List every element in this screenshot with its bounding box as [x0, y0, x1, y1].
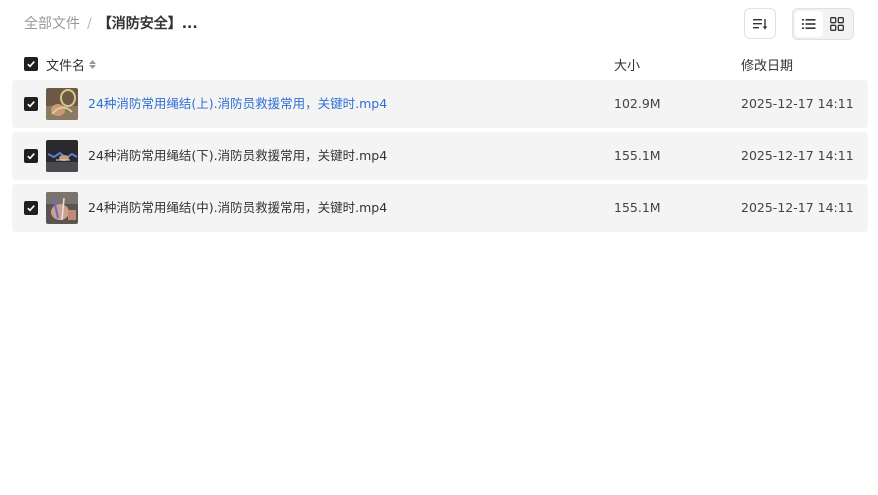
video-thumbnail [46, 192, 78, 224]
file-modified-date: 2025-12-17 14:11 [741, 148, 854, 163]
file-list-header: 文件名 大小 修改日期 [12, 52, 868, 76]
file-checkbox[interactable] [24, 97, 38, 111]
file-name-link[interactable]: 24种消防常用绳结(中).消防员救援常用，关键时.mp4 [88, 199, 387, 217]
file-size: 155.1M [614, 148, 661, 163]
check-icon [27, 61, 35, 68]
file-checkbox[interactable] [24, 201, 38, 215]
file-size: 102.9M [614, 96, 661, 111]
list-view-button[interactable] [795, 11, 823, 37]
file-name-link[interactable]: 24种消防常用绳结(下).消防员救援常用，关键时.mp4 [88, 147, 387, 165]
file-name-link[interactable]: 24种消防常用绳结(上).消防员救援常用，关键时.mp4 [88, 95, 387, 113]
file-row[interactable]: 24种消防常用绳结(中).消防员救援常用，关键时.mp4 155.1M 2025… [12, 184, 868, 232]
top-bar: 全部文件 / 【消防安全】... [0, 0, 878, 48]
column-header-modified[interactable]: 修改日期 [741, 55, 793, 74]
list-icon [802, 19, 816, 29]
select-all-checkbox[interactable] [24, 57, 38, 71]
grid-view-button[interactable] [823, 11, 851, 37]
check-icon [27, 205, 35, 212]
file-modified-date: 2025-12-17 14:11 [741, 96, 854, 111]
video-thumbnail [46, 88, 78, 120]
file-row[interactable]: 24种消防常用绳结(上).消防员救援常用，关键时.mp4 102.9M 2025… [12, 80, 868, 128]
file-checkbox[interactable] [24, 149, 38, 163]
column-header-name-label: 文件名 [46, 59, 86, 74]
file-modified-date: 2025-12-17 14:11 [741, 200, 854, 215]
breadcrumb: 全部文件 / 【消防安全】... [24, 15, 198, 33]
column-header-size[interactable]: 大小 [614, 55, 640, 74]
breadcrumb-separator: / [87, 16, 92, 32]
grid-icon [830, 17, 844, 31]
column-header-name[interactable]: 文件名 [46, 55, 97, 74]
view-switch [792, 8, 854, 40]
breadcrumb-current-folder: 【消防安全】... [97, 16, 198, 32]
video-thumbnail [46, 140, 78, 172]
file-row[interactable]: 24种消防常用绳结(下).消防员救援常用，关键时.mp4 155.1M 2025… [12, 132, 868, 180]
check-icon [27, 153, 35, 160]
file-size: 155.1M [614, 200, 661, 215]
breadcrumb-root-link[interactable]: 全部文件 [24, 15, 80, 33]
sort-list-icon [753, 18, 768, 29]
sort-caret-icon [89, 60, 97, 69]
sort-button[interactable] [744, 8, 776, 39]
check-icon [27, 101, 35, 108]
